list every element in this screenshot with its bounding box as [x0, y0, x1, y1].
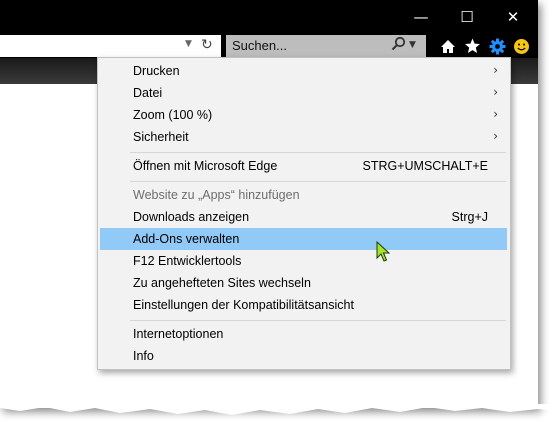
- favorites-star-icon[interactable]: [461, 36, 483, 56]
- search-icon[interactable]: [391, 36, 406, 55]
- torn-edge-decoration: [0, 404, 549, 415]
- title-bar: — ☐ ✕: [0, 0, 538, 34]
- mouse-pointer-icon: [376, 240, 391, 268]
- menu-item-info[interactable]: Info: [100, 345, 507, 367]
- chevron-down-icon[interactable]: ▼: [409, 40, 416, 50]
- menu-item-compat-view-settings[interactable]: Einstellungen der Kompatibilitätsansicht: [100, 294, 507, 316]
- menu-item-sicherheit[interactable]: Sicherheit ›: [100, 126, 507, 148]
- close-icon[interactable]: ✕: [491, 0, 535, 34]
- shortcut-label: Strg+J: [451, 210, 488, 224]
- menu-item-add-site-to-apps: Website zu „Apps“ hinzufügen: [133, 188, 300, 202]
- menu-separator: [130, 181, 506, 182]
- minimize-icon[interactable]: —: [399, 0, 443, 34]
- menu-separator: [130, 320, 506, 321]
- menu-item-pinned-sites[interactable]: Zu angehefteten Sites wechseln: [100, 272, 507, 294]
- shortcut-label: STRG+UMSCHALT+E: [362, 159, 489, 173]
- chevron-right-icon: ›: [493, 129, 498, 143]
- chevron-right-icon: ›: [493, 85, 498, 99]
- search-input[interactable]: Suchen... ▼: [226, 35, 426, 57]
- refresh-icon[interactable]: ↻: [201, 37, 215, 53]
- menu-item-datei[interactable]: Datei ›: [100, 82, 507, 104]
- menu-item-drucken[interactable]: Drucken ›: [100, 60, 507, 82]
- menu-item-open-with-edge[interactable]: Öffnen mit Microsoft Edge STRG+UMSCHALT+…: [100, 155, 507, 177]
- home-icon[interactable]: [437, 36, 459, 56]
- chevron-down-icon[interactable]: ▼: [185, 39, 197, 53]
- browser-window: — ☐ ✕ ▼ ↻ Suchen... ▼ Drucken › Datei › …: [0, 0, 538, 408]
- menu-item-downloads[interactable]: Downloads anzeigen Strg+J: [100, 206, 507, 228]
- chevron-right-icon: ›: [493, 107, 498, 121]
- tools-menu: Drucken › Datei › Zoom (100 %) › Sicherh…: [97, 57, 511, 370]
- settings-gear-icon[interactable]: [486, 36, 508, 56]
- search-placeholder: Suchen...: [232, 38, 287, 53]
- menu-item-internet-options[interactable]: Internetoptionen: [100, 323, 507, 345]
- menu-separator: [130, 152, 506, 153]
- maximize-icon[interactable]: ☐: [445, 0, 489, 34]
- address-bar[interactable]: ▼ ↻: [0, 35, 221, 57]
- menu-item-manage-addons[interactable]: Add-Ons verwalten: [100, 228, 507, 250]
- menu-item-zoom[interactable]: Zoom (100 %) ›: [100, 104, 507, 126]
- menu-item-f12-devtools[interactable]: F12 Entwicklertools: [100, 250, 507, 272]
- feedback-smiley-icon[interactable]: [510, 36, 532, 56]
- chevron-right-icon: ›: [493, 63, 498, 77]
